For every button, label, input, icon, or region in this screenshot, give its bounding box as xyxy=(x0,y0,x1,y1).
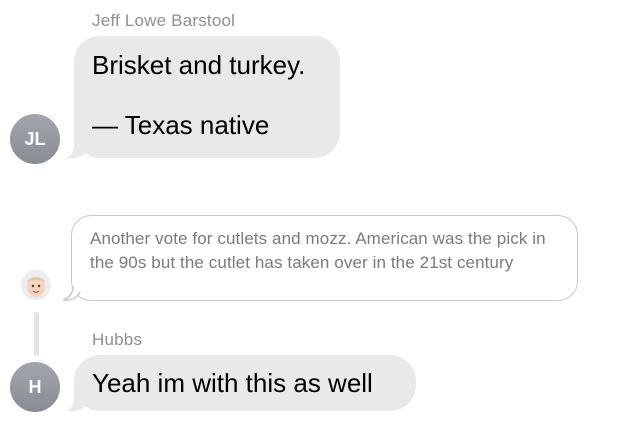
message-line: — Texas native xyxy=(92,110,270,140)
memoji-icon[interactable] xyxy=(21,270,51,300)
avatar[interactable]: JL xyxy=(10,114,60,164)
message-bubble[interactable]: Yeah im with this as well xyxy=(61,355,416,411)
message-text: Brisket and turkey. — Texas native xyxy=(92,50,358,140)
messages-thread: Jeff Lowe Barstool Brisket and turkey. —… xyxy=(0,0,638,426)
message-bubble[interactable]: Brisket and turkey. — Texas native xyxy=(61,36,340,158)
sender-name: Hubbs xyxy=(92,330,143,349)
message-line-blank xyxy=(92,80,358,110)
avatar[interactable]: H xyxy=(10,362,60,412)
sender-name: Jeff Lowe Barstool xyxy=(92,11,236,30)
message-line: Brisket and turkey. xyxy=(92,50,306,80)
reply-tail xyxy=(63,286,81,301)
reply-quote-bubble[interactable]: Another vote for cutlets and mozz. Ameri… xyxy=(71,215,578,301)
message-text: Yeah im with this as well xyxy=(92,368,373,398)
reply-quote-text: Another vote for cutlets and mozz. Ameri… xyxy=(90,229,546,272)
thread-connector xyxy=(34,312,39,356)
